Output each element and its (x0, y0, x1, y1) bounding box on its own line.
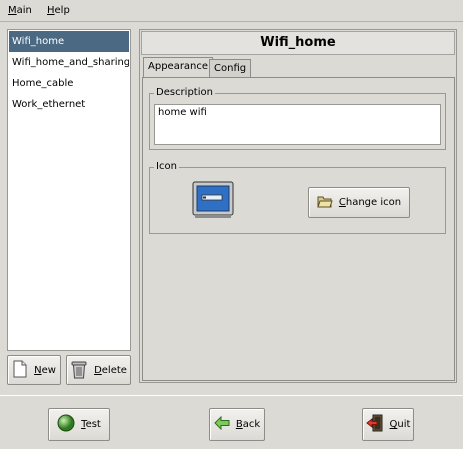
change-icon-button[interactable]: Change icon (308, 187, 410, 218)
tab-appearance[interactable]: Appearance (143, 57, 214, 78)
change-icon-label: Change icon (338, 197, 402, 208)
menu-help[interactable]: Help (47, 5, 70, 16)
new-button[interactable]: New (7, 355, 61, 385)
test-button[interactable]: Test (48, 408, 110, 441)
description-input[interactable]: home wifi (154, 104, 441, 145)
profile-item-work-ethernet[interactable]: Work_ethernet (9, 94, 129, 115)
delete-button[interactable]: Delete (66, 355, 131, 385)
quit-button-label: Quit (389, 419, 411, 430)
icon-legend: Icon (154, 161, 179, 173)
network-card-icon (192, 181, 234, 219)
quit-button[interactable]: Quit (362, 408, 414, 441)
new-document-icon (12, 360, 28, 381)
profile-item-wifi-home[interactable]: Wifi_home (9, 31, 129, 52)
test-button-label: Test (81, 419, 101, 430)
delete-button-label: Delete (94, 364, 127, 376)
menu-main[interactable]: Main (8, 5, 32, 16)
profile-item-home-cable[interactable]: Home_cable (9, 73, 129, 94)
profile-title: Wifi_home (141, 31, 455, 55)
new-button-label: New (34, 364, 56, 376)
profile-list[interactable]: Wifi_home Wifi_home_and_sharing Home_cab… (7, 29, 131, 351)
menubar: Main Help (0, 0, 463, 22)
description-legend: Description (154, 87, 215, 99)
back-button-label: Back (235, 419, 261, 430)
arrow-left-icon (214, 415, 230, 433)
tab-config[interactable]: Config (209, 59, 252, 78)
folder-open-icon (317, 195, 333, 211)
footer-separator (0, 395, 463, 396)
profile-item-wifi-home-and-sharing[interactable]: Wifi_home_and_sharing (9, 52, 129, 73)
back-button[interactable]: Back (209, 408, 265, 441)
trash-icon (70, 359, 88, 382)
green-orb-icon (57, 414, 75, 435)
exit-door-icon (365, 414, 384, 435)
